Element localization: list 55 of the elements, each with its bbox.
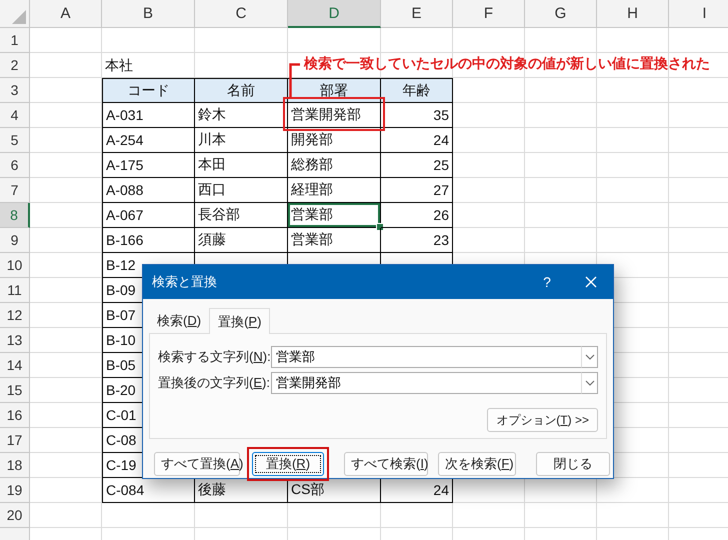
table-cell: 営業部 [288,203,381,228]
table-cell: A-254 [102,128,195,153]
column-header[interactable]: D [288,0,381,28]
select-all-icon [12,10,26,24]
table-cell: 本田 [195,153,288,178]
sheet-label: 本社 [104,56,134,74]
table-cell: B-166 [102,228,195,253]
column-header[interactable]: E [381,0,453,28]
callout-text: 検索で一致していたセルの中の対象の値が新しい値に置換された [304,55,710,73]
table-header-cell: 名前 [195,78,288,103]
table-cell: 35 [381,103,453,128]
options-button[interactable]: オプション(T) >> [487,408,598,432]
table-cell: A-088 [102,178,195,203]
close-icon [585,276,597,288]
dropdown-icon[interactable] [581,346,598,368]
table-cell: 西口 [195,178,288,203]
column-header[interactable]: B [102,0,195,28]
column-header[interactable]: I [669,0,728,28]
dialog-button[interactable]: すべて置換(A) [154,452,240,476]
table-cell: A-031 [102,103,195,128]
table-cell: 26 [381,203,453,228]
dropdown-icon[interactable] [581,372,598,394]
dialog-button[interactable]: 次を検索(F) [438,452,516,476]
table-cell: 経理部 [288,178,381,203]
table-cell: 長谷部 [195,203,288,228]
column-header[interactable]: F [453,0,525,28]
table-cell: 総務部 [288,153,381,178]
table-cell: 川本 [195,128,288,153]
column-header[interactable]: G [525,0,597,28]
table-cell: 開発部 [288,128,381,153]
table-cell: 25 [381,153,453,178]
table-header-cell: コード [102,78,195,103]
column-header[interactable]: A [30,0,102,28]
input-field[interactable]: 営業開発部 [271,372,581,394]
table-cell: 24 [381,128,453,153]
table-cell: 鈴木 [195,103,288,128]
table-cell: 須藤 [195,228,288,253]
column-header[interactable]: H [597,0,669,28]
help-button[interactable]: ? [525,267,569,297]
dialog-button[interactable]: すべて検索(I) [344,452,428,476]
leader-line [289,63,301,99]
table-header-cell: 部署 [288,78,381,103]
column-header[interactable]: C [195,0,288,28]
input-field[interactable]: 営業部 [271,346,581,368]
table-cell: A-175 [102,153,195,178]
table-header-cell: 年齢 [381,78,453,103]
table-cell: 営業開発部 [288,103,381,128]
row-header[interactable]: 8 [0,203,30,228]
tab[interactable]: 置換(P) [209,308,270,334]
table-cell: A-067 [102,203,195,228]
table-cell: 23 [381,228,453,253]
table-cell: 営業部 [288,228,381,253]
dialog-button[interactable]: 置換(R) [252,452,324,476]
table-cell: 27 [381,178,453,203]
dialog-button[interactable]: 閉じる [536,452,610,476]
